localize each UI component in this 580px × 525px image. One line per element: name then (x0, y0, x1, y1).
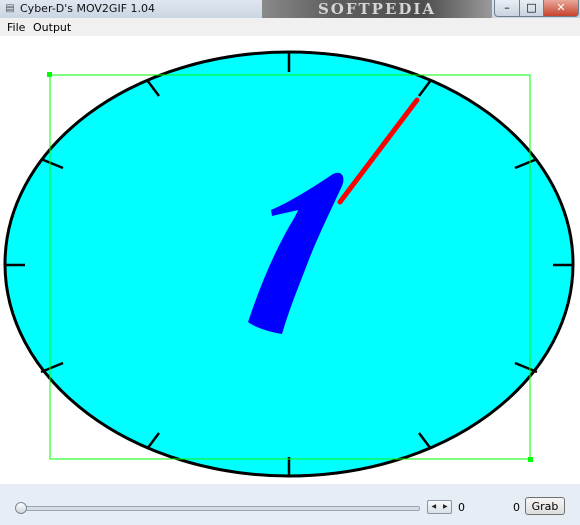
current-frame-value: 0 (458, 501, 465, 514)
frame-stepper[interactable]: ◀ ▶ (427, 500, 452, 514)
window-title: Cyber-D's MOV2GIF 1.04 (20, 2, 156, 15)
minimize-button[interactable]: – (494, 0, 520, 17)
timeline-slider-thumb[interactable] (15, 502, 27, 514)
title-bar: ▤ Cyber-D's MOV2GIF 1.04 SOFTPEDIA – □ ✕ (0, 0, 580, 19)
softpedia-watermark: SOFTPEDIA (262, 0, 492, 18)
timeline-slider-track[interactable] (18, 506, 420, 511)
crop-handle-bottom-right[interactable] (528, 457, 533, 462)
grab-button[interactable]: Grab (525, 497, 565, 515)
menu-output[interactable]: Output (33, 21, 71, 34)
step-back-icon[interactable]: ◀ (428, 501, 440, 513)
step-forward-icon[interactable]: ▶ (440, 501, 452, 513)
crop-handle-top-left[interactable] (47, 72, 52, 77)
close-button[interactable]: ✕ (543, 0, 579, 17)
menu-bar: File Output (0, 18, 580, 36)
menu-file[interactable]: File (7, 21, 25, 34)
video-preview[interactable] (0, 36, 580, 484)
film-icon: ▤ (5, 3, 15, 14)
maximize-button[interactable]: □ (519, 0, 544, 17)
grab-frame-count: 0 (513, 501, 520, 514)
control-bar: ◀ ▶ 0 0 Grab (0, 484, 580, 525)
countdown-clock-frame (3, 50, 575, 478)
